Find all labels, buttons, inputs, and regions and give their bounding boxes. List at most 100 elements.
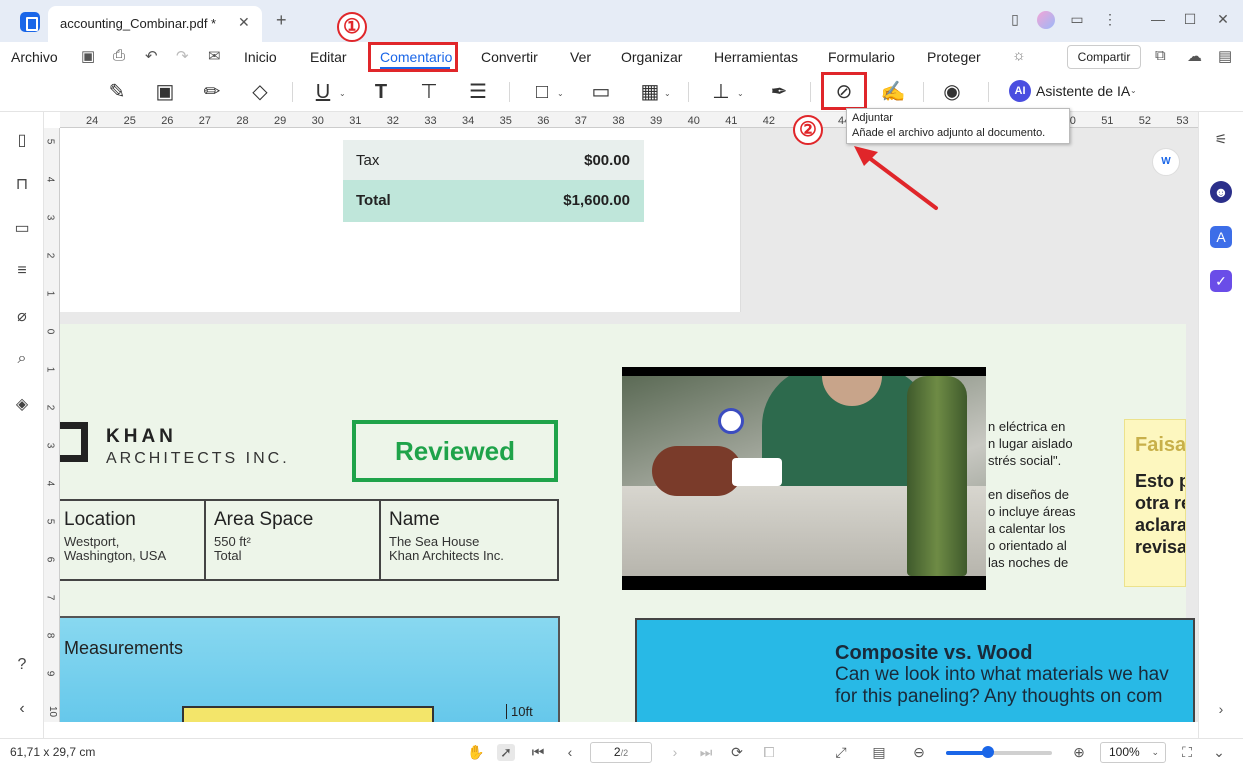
expand-right-icon[interactable]: › (1210, 698, 1232, 720)
zoom-level-value: 100% (1109, 745, 1140, 759)
share-button[interactable]: Compartir (1067, 45, 1141, 69)
company-subtitle: ARCHITECTS INC. (106, 450, 290, 467)
collapse-icon[interactable]: ⌄ (1210, 744, 1228, 761)
close-tab-icon[interactable]: ✕ (238, 14, 250, 31)
avatar[interactable] (1037, 11, 1055, 29)
embedded-video[interactable] (622, 367, 986, 590)
stamp-icon[interactable]: ⊥ (707, 78, 735, 106)
layers-list-icon[interactable]: ≡ (10, 262, 34, 280)
task-check-icon[interactable]: ✓ (1210, 270, 1232, 292)
menu-comentario-label: Comentario (380, 49, 453, 65)
chevron-down-icon[interactable]: ⌄ (664, 89, 671, 98)
menu-herramientas[interactable]: Herramientas (714, 49, 798, 65)
menu-proteger[interactable]: Proteger (927, 49, 981, 65)
zoom-level-select[interactable]: 100% ⌄ (1100, 742, 1166, 763)
textbox-icon[interactable]: ⊤ (415, 78, 443, 106)
ai-robot-icon[interactable]: ☻ (1210, 181, 1232, 203)
page-dimensions: 61,71 x 29,7 cm (10, 745, 96, 759)
highlight-icon[interactable]: ✎ (103, 78, 131, 106)
select-tool-icon[interactable]: ➚ (497, 744, 515, 761)
callout-icon[interactable]: ☰ (464, 78, 492, 106)
document-canvas[interactable]: Tax $00.00 Total $1,600.00 KHAN ARCHITEC… (60, 128, 1198, 722)
zoom-in-icon[interactable]: ⊕ (1070, 744, 1088, 761)
cloud-upload-icon[interactable]: ☁ (1187, 47, 1202, 65)
ruler-tick: 1 (44, 290, 56, 297)
sticky-note[interactable]: Faisa Esto p otra re aclara revisar (1124, 419, 1186, 587)
mail-icon[interactable]: ✉ (208, 47, 221, 65)
measure-icon[interactable]: ▦ (636, 78, 664, 106)
ruler-tick: 28 (236, 115, 249, 127)
close-window-icon[interactable]: ✕ (1213, 11, 1233, 28)
minimize-icon[interactable]: — (1148, 11, 1168, 27)
menu-archivo[interactable]: Archivo (11, 49, 58, 65)
prev-page-icon[interactable]: ‹ (561, 744, 579, 760)
page-fit-icon[interactable]: ⤢ (832, 744, 850, 761)
page-layout-icon[interactable]: ▤ (870, 744, 888, 761)
collapse-left-icon[interactable]: ‹ (10, 700, 34, 718)
fullscreen-icon[interactable]: ⛶ (1178, 744, 1196, 761)
pencil-icon[interactable]: ✏ (198, 78, 226, 106)
menu-formulario[interactable]: Formulario (828, 49, 895, 65)
new-tab-icon[interactable]: + (276, 10, 287, 31)
active-tab-indicator (380, 67, 450, 69)
attachment-panel-icon[interactable]: ⌀ (10, 306, 34, 326)
maximize-icon[interactable]: ☐ (1180, 11, 1200, 28)
crop-icon[interactable]: ⧠ (760, 744, 778, 761)
properties-icon[interactable]: ⚟ (1210, 128, 1232, 150)
translate-icon[interactable]: A (1210, 226, 1232, 248)
menu-comentario[interactable]: Comentario (368, 42, 458, 72)
layers-icon[interactable]: ◈ (10, 394, 34, 414)
comment-icon[interactable]: ▭ (10, 218, 34, 238)
word-export-icon[interactable]: W (1152, 148, 1180, 176)
panel-toggle-icon[interactable]: ▤ (1218, 47, 1232, 65)
review-icon[interactable]: ✍ (879, 78, 907, 106)
ai-bot-icon[interactable] (718, 408, 744, 434)
page-number-input[interactable]: 2/2 (590, 742, 652, 763)
menu-editar[interactable]: Editar (310, 49, 347, 65)
note-icon[interactable]: ▭ (587, 78, 615, 106)
workflow-icon[interactable]: ⧉ (1155, 47, 1166, 64)
feedback-icon[interactable]: ▭ (1067, 11, 1087, 28)
menu-inicio[interactable]: Inicio (244, 49, 277, 65)
undo-icon[interactable]: ↶ (145, 47, 158, 65)
reviewed-stamp[interactable]: Reviewed (352, 420, 558, 482)
paragraph-line: a calentar los (988, 521, 1066, 536)
page-thumbnails-icon[interactable]: ▯ (10, 130, 34, 150)
chevron-down-icon[interactable]: ⌄ (737, 89, 744, 98)
chevron-down-icon[interactable]: ⌄ (1130, 86, 1137, 95)
bookmark-icon[interactable]: ⊓ (10, 174, 34, 194)
attachment-button[interactable]: ⊘ (821, 72, 867, 110)
first-page-icon[interactable]: ⏮ (529, 744, 547, 761)
hand-tool-icon[interactable]: ✋ (467, 744, 485, 761)
redo-icon[interactable]: ↷ (176, 47, 189, 65)
rotate-icon[interactable]: ⟳ (728, 744, 746, 761)
info-cell-name: Name The Sea House Khan Architects Inc. (381, 501, 557, 579)
zoom-knob[interactable] (982, 746, 995, 758)
area-highlight-icon[interactable]: ▣ (151, 78, 179, 106)
more-menu-icon[interactable]: ⋮ (1100, 11, 1120, 28)
last-page-icon[interactable]: ⏭ (697, 744, 715, 761)
menu-ver[interactable]: Ver (570, 49, 591, 65)
document-tab[interactable]: accounting_Combinar.pdf * ✕ (48, 6, 262, 42)
mobile-icon[interactable]: ▯ (1005, 11, 1025, 28)
save-icon[interactable]: ▣ (81, 47, 95, 65)
signature-icon[interactable]: ✒ (765, 78, 793, 106)
menu-convertir[interactable]: Convertir (481, 49, 538, 65)
help-icon[interactable]: ? (10, 656, 34, 674)
ai-assistant-icon[interactable]: AI (1009, 80, 1031, 102)
ai-assistant-label[interactable]: Asistente de IA (1036, 83, 1130, 99)
print-icon[interactable]: ⎙ (113, 47, 125, 64)
zoom-slider[interactable] (946, 746, 1052, 758)
zoom-out-icon[interactable]: ⊖ (910, 744, 928, 761)
shape-icon[interactable]: □ (528, 78, 556, 106)
search-icon[interactable]: ⌕ (10, 350, 34, 368)
chevron-down-icon[interactable]: ⌄ (339, 89, 346, 98)
eraser-icon[interactable]: ◇ (246, 78, 274, 106)
lightbulb-icon[interactable]: ☼ (1012, 47, 1026, 64)
eye-icon[interactable]: ◉ (938, 78, 966, 106)
menu-organizar[interactable]: Organizar (621, 49, 682, 65)
text-icon[interactable]: T (367, 78, 395, 106)
next-page-icon[interactable]: › (666, 744, 684, 760)
chevron-down-icon[interactable]: ⌄ (557, 89, 564, 98)
underline-icon[interactable]: U (309, 78, 337, 106)
